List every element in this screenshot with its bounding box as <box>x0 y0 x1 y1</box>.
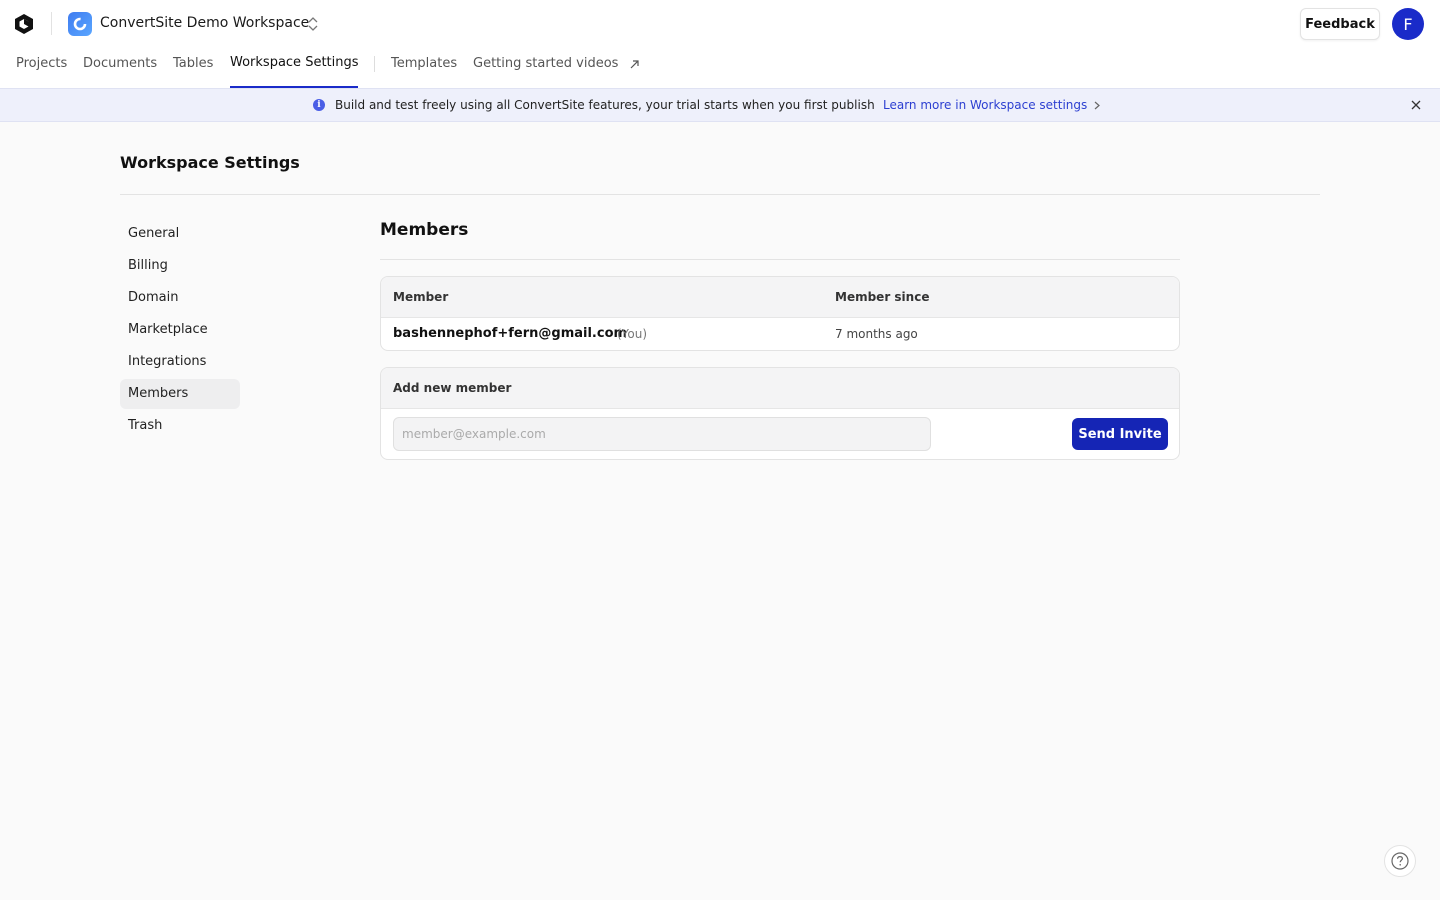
add-member-body: Send Invite <box>381 409 1179 459</box>
sidebar-item-general[interactable]: General <box>120 219 240 249</box>
external-link-icon[interactable] <box>629 59 640 70</box>
sidebar-item-billing[interactable]: Billing <box>120 251 240 281</box>
app-logo-icon[interactable] <box>12 12 36 36</box>
add-member-header: Add new member <box>381 368 1179 409</box>
tab-workspace-settings[interactable]: Workspace Settings <box>230 55 359 71</box>
tab-documents[interactable]: Documents <box>83 56 157 72</box>
banner-link[interactable]: Learn more in Workspace settings <box>883 98 1087 113</box>
close-icon[interactable] <box>1410 99 1422 111</box>
feedback-button[interactable]: Feedback <box>1300 8 1380 40</box>
page-divider <box>120 194 1320 195</box>
info-icon: i <box>313 99 325 111</box>
header-divider <box>51 12 52 35</box>
page-title: Workspace Settings <box>120 153 300 172</box>
section-divider <box>380 259 1180 260</box>
top-bar: ConvertSite Demo Workspace Feedback F Pr… <box>0 0 1440 88</box>
nav-divider <box>374 56 375 72</box>
avatar[interactable]: F <box>1392 8 1424 40</box>
switch-chevrons-icon[interactable] <box>306 15 320 33</box>
tab-tables[interactable]: Tables <box>173 56 213 72</box>
chevron-right-icon[interactable] <box>1093 100 1101 111</box>
tab-templates[interactable]: Templates <box>391 56 457 72</box>
member-since: 7 months ago <box>835 327 918 341</box>
help-button[interactable] <box>1384 845 1416 877</box>
member-email-input[interactable] <box>393 417 931 451</box>
send-invite-button[interactable]: Send Invite <box>1072 418 1168 450</box>
add-member-title: Add new member <box>393 381 512 395</box>
you-badge: (You) <box>617 327 648 341</box>
trial-banner: i Build and test freely using all Conver… <box>0 88 1440 122</box>
workspace-icon[interactable] <box>68 12 92 36</box>
table-header: Member Member since <box>381 277 1179 318</box>
column-header-member-since: Member since <box>835 290 930 304</box>
column-header-member: Member <box>393 290 449 304</box>
sidebar-item-marketplace[interactable]: Marketplace <box>120 315 240 345</box>
tab-getting-started-videos[interactable]: Getting started videos <box>473 56 618 72</box>
help-icon <box>1391 852 1409 870</box>
table-row: bashennephof+fern@gmail.com (You) 7 mont… <box>381 318 1179 350</box>
sidebar-item-integrations[interactable]: Integrations <box>120 347 240 377</box>
sidebar-item-trash[interactable]: Trash <box>120 411 240 441</box>
banner-text: Build and test freely using all ConvertS… <box>335 98 875 112</box>
member-email: bashennephof+fern@gmail.com <box>393 326 628 341</box>
sidebar-item-members[interactable]: Members <box>120 379 240 409</box>
sidebar-item-domain[interactable]: Domain <box>120 283 240 313</box>
workspace-name[interactable]: ConvertSite Demo Workspace <box>100 14 309 32</box>
section-title: Members <box>380 220 469 240</box>
add-member-card: Add new member Send Invite <box>380 367 1180 460</box>
tab-projects[interactable]: Projects <box>16 56 67 72</box>
members-table: Member Member since bashennephof+fern@gm… <box>380 276 1180 351</box>
